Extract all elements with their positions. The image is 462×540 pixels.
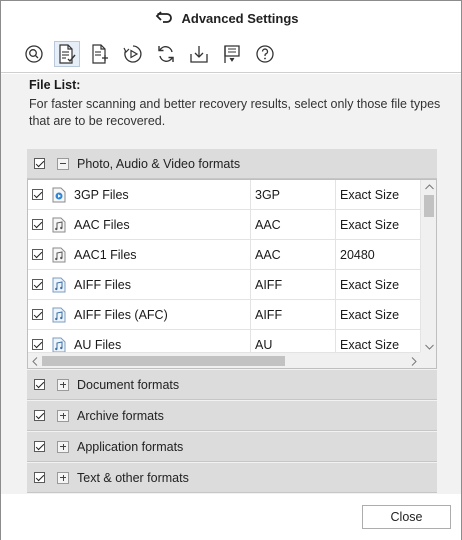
scroll-left-arrow-icon[interactable] xyxy=(28,353,42,368)
scroll-up-arrow-icon[interactable] xyxy=(421,180,436,194)
group-checkbox[interactable] xyxy=(34,410,45,421)
file-type-name: AAC Files xyxy=(74,217,130,232)
expand-icon[interactable] xyxy=(57,440,69,453)
group-text-other[interactable]: Text & other formats xyxy=(27,463,437,493)
group-checkbox[interactable] xyxy=(34,472,45,483)
table-row[interactable]: AIFF Files (AFC) AIFF Exact Size xyxy=(28,300,421,330)
expand-icon[interactable] xyxy=(57,409,69,422)
row-checkbox[interactable] xyxy=(32,339,43,350)
video-file-icon xyxy=(52,187,66,202)
file-extension: AAC xyxy=(255,247,281,262)
scroll-right-arrow-icon[interactable] xyxy=(407,353,421,368)
toolbar xyxy=(1,35,461,73)
group-label: Photo, Audio & Video formats xyxy=(77,156,241,171)
expand-icon[interactable] xyxy=(57,378,69,391)
flag-button[interactable] xyxy=(219,41,245,67)
horizontal-scroll-thumb[interactable] xyxy=(42,356,285,366)
file-list-button[interactable] xyxy=(54,40,80,67)
refresh-button[interactable] xyxy=(153,41,179,67)
add-file-icon xyxy=(92,43,108,64)
file-size-setting[interactable]: Exact Size xyxy=(340,308,399,322)
file-size-setting[interactable]: Exact Size xyxy=(340,278,399,292)
audio-file-icon xyxy=(52,247,66,262)
row-checkbox[interactable] xyxy=(32,309,43,320)
file-type-name: AIFF Files xyxy=(74,277,131,292)
table-row[interactable]: 3GP Files 3GP Exact Size xyxy=(28,180,421,210)
download-button[interactable] xyxy=(186,41,212,67)
group-checkbox[interactable] xyxy=(34,158,45,169)
audio-file-icon xyxy=(52,337,66,352)
file-type-name: AAC1 Files xyxy=(74,247,137,262)
group-document[interactable]: Document formats xyxy=(27,370,437,400)
help-icon xyxy=(256,44,274,63)
window-title: Advanced Settings xyxy=(181,10,299,26)
group-photo-audio-video[interactable]: Photo, Audio & Video formats xyxy=(27,149,437,179)
search-scan-icon xyxy=(25,44,43,63)
file-type-name: 3GP Files xyxy=(74,187,129,202)
table-row[interactable]: AAC Files AAC Exact Size xyxy=(28,210,421,240)
back-arrow-icon[interactable] xyxy=(155,10,173,27)
preview-play-icon xyxy=(123,44,142,63)
row-checkbox[interactable] xyxy=(32,189,43,200)
file-extension: AIFF xyxy=(255,277,283,292)
file-extension: AAC xyxy=(255,217,281,232)
file-type-name: AIFF Files (AFC) xyxy=(74,307,168,322)
help-button[interactable] xyxy=(252,41,278,67)
expand-icon[interactable] xyxy=(57,471,69,484)
search-scan-button[interactable] xyxy=(21,41,47,67)
file-list-description: For faster scanning and better recovery … xyxy=(29,97,441,128)
table-row[interactable]: AAC1 Files AAC 20480 xyxy=(28,240,421,270)
table-row[interactable]: AIFF Files AIFF Exact Size xyxy=(28,270,421,300)
settings-panel: File List: For faster scanning and bette… xyxy=(1,74,461,494)
download-icon xyxy=(190,45,208,63)
file-extension: AU xyxy=(255,337,273,352)
file-type-name: AU Files xyxy=(74,337,122,352)
refresh-icon xyxy=(158,45,174,62)
vertical-scroll-thumb[interactable] xyxy=(424,195,434,217)
flag-icon xyxy=(224,44,240,63)
file-size-setting[interactable]: 20480 xyxy=(340,248,375,262)
file-type-table: 3GP Files 3GP Exact Size AAC Files AAC E… xyxy=(27,179,437,369)
file-list-label: File List: xyxy=(29,78,81,92)
file-size-setting[interactable]: Exact Size xyxy=(340,218,399,232)
group-label: Document formats xyxy=(77,377,180,392)
title-bar: Advanced Settings xyxy=(1,1,461,35)
add-file-button[interactable] xyxy=(87,41,113,67)
group-label: Text & other formats xyxy=(77,470,189,485)
group-checkbox[interactable] xyxy=(34,379,45,390)
file-extension: 3GP xyxy=(255,187,281,202)
advanced-settings-window: Advanced Settings File List: For faster … xyxy=(0,0,462,540)
audio-file-icon xyxy=(52,307,66,322)
group-label: Archive formats xyxy=(77,408,164,423)
collapse-icon[interactable] xyxy=(57,157,69,170)
group-checkbox[interactable] xyxy=(34,441,45,452)
scrollbar-corner xyxy=(420,352,436,368)
file-extension: AIFF xyxy=(255,307,283,322)
group-label: Application formats xyxy=(77,439,184,454)
close-button[interactable]: Close xyxy=(362,505,451,529)
row-checkbox[interactable] xyxy=(32,279,43,290)
audio-file-icon xyxy=(52,277,66,292)
file-size-setting[interactable]: Exact Size xyxy=(340,338,399,352)
group-archive[interactable]: Archive formats xyxy=(27,401,437,431)
horizontal-scrollbar[interactable] xyxy=(28,352,421,368)
group-application[interactable]: Application formats xyxy=(27,432,437,462)
dialog-footer: Close xyxy=(1,494,461,540)
row-checkbox[interactable] xyxy=(32,219,43,230)
file-size-setting[interactable]: Exact Size xyxy=(340,188,399,202)
file-list-header: File List: For faster scanning and bette… xyxy=(29,78,449,130)
audio-file-icon xyxy=(52,217,66,232)
file-list-icon xyxy=(59,43,76,64)
preview-play-button[interactable] xyxy=(120,41,146,67)
vertical-scrollbar[interactable] xyxy=(420,180,436,354)
row-checkbox[interactable] xyxy=(32,249,43,260)
